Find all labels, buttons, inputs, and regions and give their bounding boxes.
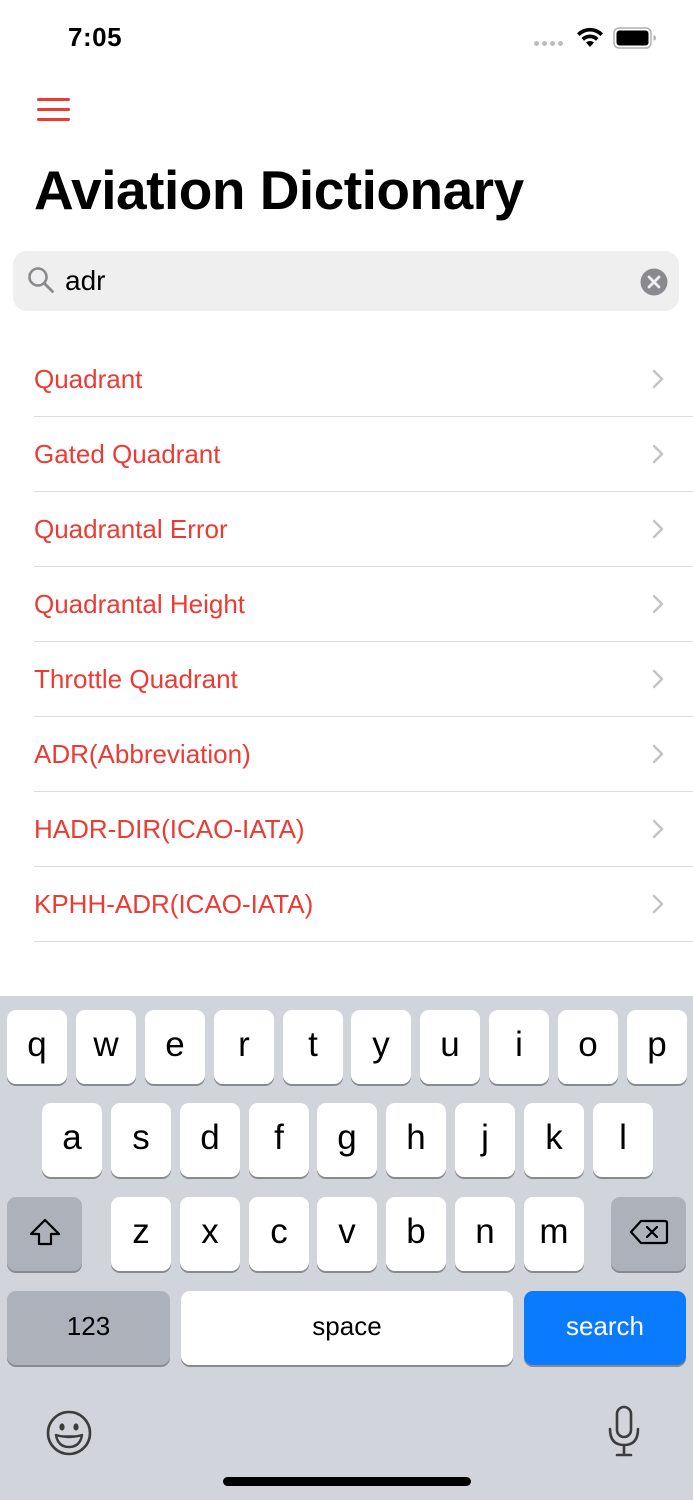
list-item-label: ADR(Abbreviation) <box>34 739 251 769</box>
key-m[interactable]: m <box>524 1197 584 1271</box>
key-q[interactable]: q <box>7 1010 67 1084</box>
chevron-right-icon <box>652 369 664 389</box>
wifi-icon <box>577 27 603 47</box>
key-u[interactable]: u <box>420 1010 480 1084</box>
shift-icon <box>29 1218 60 1246</box>
chevron-right-icon <box>652 894 664 914</box>
delete-icon <box>629 1219 668 1245</box>
chevron-right-icon <box>652 444 664 464</box>
key-t[interactable]: t <box>283 1010 343 1084</box>
key-p[interactable]: p <box>627 1010 687 1084</box>
keyboard: q w e r t y u i o p a s d f g h j k l z … <box>0 996 693 1500</box>
key-h[interactable]: h <box>386 1103 446 1177</box>
key-e[interactable]: e <box>145 1010 205 1084</box>
key-y[interactable]: y <box>351 1010 411 1084</box>
home-indicator <box>223 1477 471 1486</box>
emoji-icon[interactable] <box>45 1409 93 1457</box>
list-item-label: Gated Quadrant <box>34 439 221 469</box>
delete-key[interactable] <box>611 1197 686 1271</box>
shift-key[interactable] <box>7 1197 82 1271</box>
key-c[interactable]: c <box>249 1197 309 1271</box>
key-d[interactable]: d <box>180 1103 240 1177</box>
key-b[interactable]: b <box>386 1197 446 1271</box>
key-o[interactable]: o <box>558 1010 618 1084</box>
signal-dots-icon <box>534 41 563 46</box>
numbers-key[interactable]: 123 <box>7 1291 170 1365</box>
page-title: Aviation Dictionary <box>34 159 524 221</box>
key-l[interactable]: l <box>593 1103 653 1177</box>
key-i[interactable]: i <box>489 1010 549 1084</box>
search-icon <box>28 267 54 293</box>
key-x[interactable]: x <box>180 1197 240 1271</box>
status-time: 7:05 <box>68 22 123 52</box>
chevron-right-icon <box>652 669 664 689</box>
search-input[interactable] <box>65 258 625 304</box>
list-item-label: HADR-DIR(ICAO-IATA) <box>34 814 305 844</box>
key-w[interactable]: w <box>76 1010 136 1084</box>
clear-search-icon[interactable] <box>640 268 668 296</box>
list-item[interactable]: Gated Quadrant <box>34 417 693 492</box>
list-item[interactable]: KPHH-ADR(ICAO-IATA) <box>34 867 693 942</box>
list-item-label: KPHH-ADR(ICAO-IATA) <box>34 889 314 919</box>
key-s[interactable]: s <box>111 1103 171 1177</box>
key-z[interactable]: z <box>111 1197 171 1271</box>
chevron-right-icon <box>652 594 664 614</box>
list-item[interactable]: HADR-DIR(ICAO-IATA) <box>34 792 693 867</box>
battery-icon <box>613 27 656 49</box>
list-item-label: Quadrant <box>34 364 143 394</box>
status-bar: 7:05 <box>0 0 693 80</box>
key-k[interactable]: k <box>524 1103 584 1177</box>
list-item-label: Quadrantal Error <box>34 514 228 544</box>
search-key[interactable]: search <box>524 1291 686 1365</box>
key-j[interactable]: j <box>455 1103 515 1177</box>
key-g[interactable]: g <box>317 1103 377 1177</box>
key-n[interactable]: n <box>455 1197 515 1271</box>
key-v[interactable]: v <box>317 1197 377 1271</box>
chevron-right-icon <box>652 744 664 764</box>
list-item-label: Throttle Quadrant <box>34 664 238 694</box>
list-item[interactable]: Quadrantal Error <box>34 492 693 567</box>
key-a[interactable]: a <box>42 1103 102 1177</box>
list-item[interactable]: Throttle Quadrant <box>34 642 693 717</box>
list-item[interactable]: Quadrantal Height <box>34 567 693 642</box>
chevron-right-icon <box>652 519 664 539</box>
list-item[interactable]: ADR(Abbreviation) <box>34 717 693 792</box>
key-r[interactable]: r <box>214 1010 274 1084</box>
chevron-right-icon <box>652 819 664 839</box>
list-item[interactable]: Quadrant <box>34 342 693 417</box>
hamburger-menu-icon[interactable] <box>37 98 71 122</box>
microphone-icon[interactable] <box>607 1405 641 1457</box>
results-list: Quadrant Gated Quadrant Quadrantal Error… <box>0 342 693 942</box>
key-f[interactable]: f <box>249 1103 309 1177</box>
space-key[interactable]: space <box>181 1291 513 1365</box>
list-item-label: Quadrantal Height <box>34 589 246 619</box>
